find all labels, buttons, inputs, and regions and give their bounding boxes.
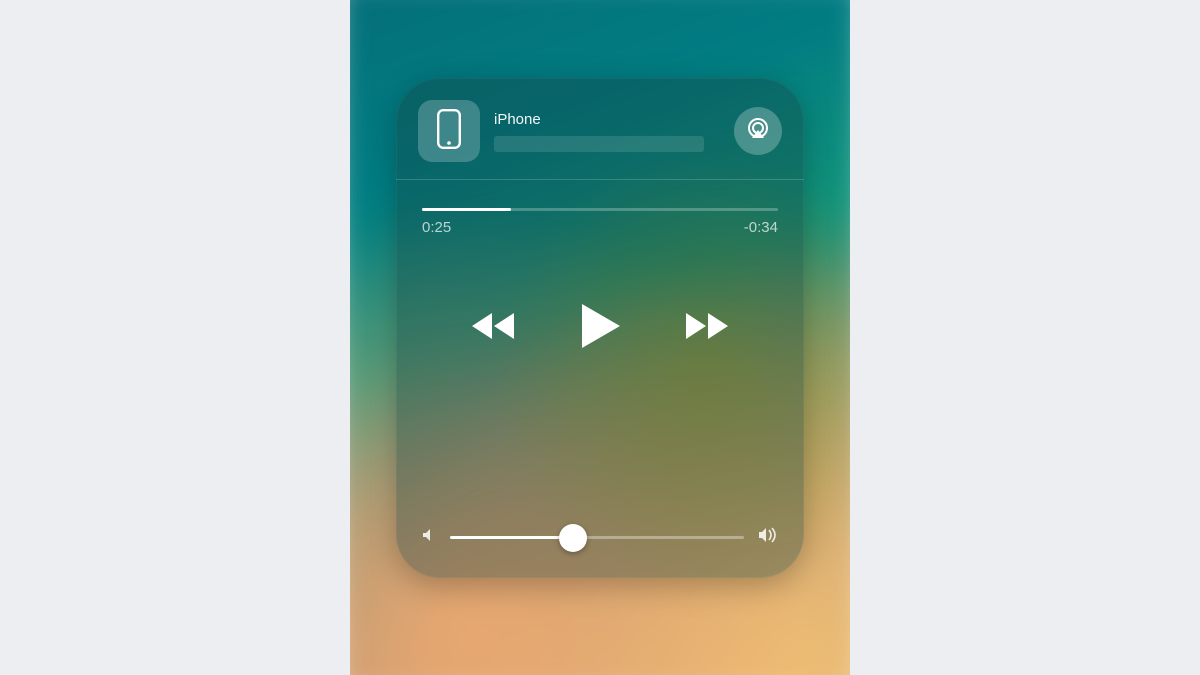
section-divider xyxy=(396,179,804,180)
volume-thumb[interactable] xyxy=(559,524,587,552)
play-button[interactable] xyxy=(578,302,622,350)
device-meta: iPhone xyxy=(494,111,720,152)
rewind-icon xyxy=(470,311,516,341)
track-title-placeholder xyxy=(494,136,704,152)
rewind-button[interactable] xyxy=(470,311,516,341)
remaining-time-label: -0:34 xyxy=(744,219,778,236)
volume-low-icon xyxy=(422,528,436,547)
scrubber-track[interactable] xyxy=(422,208,778,211)
output-device-row[interactable]: iPhone xyxy=(396,78,804,180)
scrubber[interactable]: 0:25 -0:34 xyxy=(396,180,804,236)
volume-track[interactable] xyxy=(450,536,744,539)
fast-forward-button[interactable] xyxy=(684,311,730,341)
scrubber-fill xyxy=(422,208,511,211)
airplay-button[interactable] xyxy=(734,107,782,155)
phone-screenshot-frame: iPhone 0:25 -0:34 xyxy=(350,0,850,675)
volume-slider[interactable] xyxy=(422,527,778,548)
volume-fill xyxy=(450,536,573,539)
iphone-icon xyxy=(437,109,461,154)
volume-high-icon xyxy=(758,527,778,548)
now-playing-card: iPhone 0:25 -0:34 xyxy=(396,78,804,578)
device-tile xyxy=(418,100,480,162)
elapsed-time-label: 0:25 xyxy=(422,219,451,236)
device-title: iPhone xyxy=(494,111,720,128)
airplay-icon xyxy=(745,116,771,147)
fast-forward-icon xyxy=(684,311,730,341)
play-icon xyxy=(578,302,622,350)
transport-controls xyxy=(396,302,804,350)
scrubber-times: 0:25 -0:34 xyxy=(422,219,778,236)
